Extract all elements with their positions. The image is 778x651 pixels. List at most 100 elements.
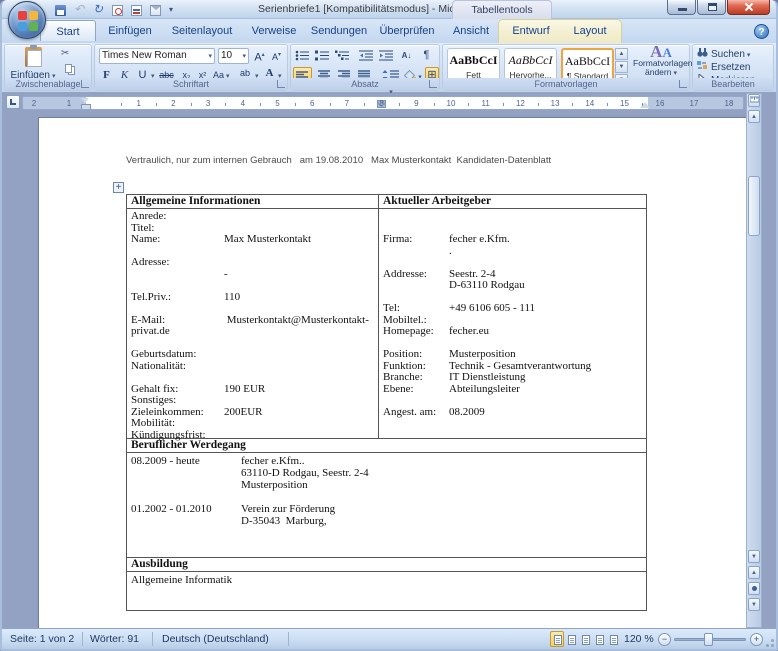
web-layout-view-button[interactable] xyxy=(578,631,592,647)
zoom-slider-thumb[interactable] xyxy=(704,633,713,646)
dialog-launcher-icon[interactable] xyxy=(81,80,89,88)
outline-icon xyxy=(596,635,604,645)
tab-ueberpruefen[interactable]: Überprüfen xyxy=(374,22,440,43)
ruler-number: 11 xyxy=(482,99,490,108)
tab-ansicht[interactable]: Ansicht xyxy=(444,22,498,43)
find-button[interactable]: Suchen▾ xyxy=(697,48,750,60)
vertical-scrollbar[interactable]: ▲ ▼ ▲ ▼ xyxy=(746,93,762,628)
employer-cell[interactable]: Firma:fecher e.Kfm..Addresse:Seestr. 2-4… xyxy=(379,209,646,438)
replace-button[interactable]: Ersetzen xyxy=(697,61,750,73)
general-info-cell[interactable]: Anrede:Titel:Name:Max MusterkontaktAdres… xyxy=(127,209,379,438)
print-layout-view-button[interactable] xyxy=(550,631,564,647)
save-button[interactable] xyxy=(52,2,69,18)
ribbon-tab-bar: StartEinfügenSeitenlayoutVerweiseSendung… xyxy=(2,19,776,43)
candidate-table[interactable]: Allgemeine Informationen Aktueller Arbei… xyxy=(126,194,647,611)
copy-button[interactable] xyxy=(61,62,85,75)
increase-indent-button[interactable] xyxy=(377,48,396,64)
show-paragraph-marks-button[interactable]: ¶ xyxy=(417,48,436,64)
tab-layout[interactable]: Layout xyxy=(564,22,616,43)
outline-view-button[interactable] xyxy=(592,631,606,647)
doc-line: D-63110 Rodgau xyxy=(383,280,642,292)
draft-view-button[interactable] xyxy=(606,631,620,647)
career-line: 01.2002 - 01.2010Verein zur Förderung xyxy=(131,503,642,515)
word-count[interactable]: Wörter: 91 xyxy=(90,633,139,645)
tab-stop-icon xyxy=(10,99,16,105)
ruler-tick xyxy=(225,103,226,106)
dialog-launcher-icon[interactable] xyxy=(429,80,437,88)
horizontal-ruler[interactable]: 21123456789101112131415161718 xyxy=(22,96,744,110)
shrink-font-button[interactable]: A xyxy=(269,48,284,64)
gallery-up-icon[interactable]: ▲ xyxy=(615,48,628,60)
career-line xyxy=(131,491,642,503)
email-button[interactable] xyxy=(147,2,164,18)
font-group-label: Schriftart xyxy=(95,78,287,90)
doc-line: Anrede: xyxy=(131,211,374,223)
zoom-level[interactable]: 120 % xyxy=(624,633,654,645)
font-name-select[interactable]: ▾Times New Roman xyxy=(99,48,215,64)
sort-button[interactable]: A↓ xyxy=(397,48,416,64)
ruler-number: 9 xyxy=(414,99,418,108)
ruler-tick xyxy=(538,103,539,106)
close-button[interactable] xyxy=(727,0,770,15)
page-indicator[interactable]: Seite: 1 von 2 xyxy=(10,633,74,645)
field-label: Ebene: xyxy=(383,384,449,396)
maximize-button[interactable] xyxy=(697,0,726,15)
zoom-out-button[interactable]: − xyxy=(658,633,671,646)
career-date: 01.2002 - 01.2010 xyxy=(131,503,241,515)
doc-line: Mobilität: xyxy=(131,418,374,430)
resize-grip[interactable] xyxy=(760,633,774,647)
scroll-up-icon[interactable]: ▲ xyxy=(748,110,760,123)
career-cell[interactable]: 08.2009 - heutefecher e.Kfm..63110-D Rod… xyxy=(127,453,646,558)
multilevel-list-button[interactable] xyxy=(333,48,352,64)
field-value: Max Musterkontakt xyxy=(224,233,311,245)
document-area[interactable]: Vertraulich, nur zum internen Gebrauch a… xyxy=(2,113,776,628)
tab-einfuegen[interactable]: Einfügen xyxy=(100,22,160,43)
decrease-indent-button[interactable] xyxy=(357,48,376,64)
doc-line: . xyxy=(383,246,642,258)
ruler-tick xyxy=(468,103,469,106)
tab-stop-selector[interactable] xyxy=(6,95,20,109)
dialog-launcher-icon[interactable] xyxy=(277,80,285,88)
paste-button[interactable]: Einfügen▾ xyxy=(10,47,56,80)
tab-sendungen[interactable]: Sendungen xyxy=(308,22,370,43)
field-label: Adresse: xyxy=(131,257,224,269)
view-ruler-toggle[interactable] xyxy=(748,94,760,107)
font-size-select[interactable]: ▾10 xyxy=(218,48,249,64)
print-layout-icon xyxy=(554,635,562,645)
tab-seitenlayout[interactable]: Seitenlayout xyxy=(164,22,240,43)
numbered-list-button[interactable] xyxy=(313,48,332,64)
tab-start[interactable]: Start xyxy=(40,20,96,41)
office-button[interactable] xyxy=(8,1,46,39)
next-page-button[interactable]: ▼ xyxy=(748,598,760,611)
help-button[interactable]: ? xyxy=(754,24,769,39)
print-preview-button[interactable] xyxy=(109,2,126,18)
career-text: D-35043 Marburg, xyxy=(241,515,327,527)
select-browse-object-button[interactable] xyxy=(748,582,760,595)
document-page[interactable]: Vertraulich, nur zum internen Gebrauch a… xyxy=(38,117,748,628)
dialog-launcher-icon[interactable] xyxy=(679,80,687,88)
redo-button[interactable] xyxy=(90,2,107,18)
table-move-handle[interactable]: + xyxy=(113,182,124,193)
scrollbar-thumb[interactable] xyxy=(748,176,760,236)
ruler-number: 2 xyxy=(32,99,36,108)
previous-page-button[interactable]: ▲ xyxy=(748,566,760,579)
field-label: Firma: xyxy=(383,234,449,246)
tab-verweise[interactable]: Verweise xyxy=(244,22,304,43)
undo-button[interactable] xyxy=(71,2,88,18)
spelling-button[interactable] xyxy=(128,2,145,18)
bullet-list-button[interactable] xyxy=(293,48,312,64)
education-cell[interactable]: Allgemeine Informatik xyxy=(127,572,646,610)
minimize-button[interactable] xyxy=(667,0,696,15)
field-value: fecher.eu xyxy=(449,325,489,337)
tab-entwurf[interactable]: Entwurf xyxy=(502,22,560,43)
qat-customize-dropdown-icon[interactable]: ▾ xyxy=(166,5,176,14)
grow-font-button[interactable]: A xyxy=(252,48,267,64)
scroll-down-icon[interactable]: ▼ xyxy=(748,550,760,563)
fullscreen-reading-icon xyxy=(568,635,576,645)
cut-button[interactable]: ✂ xyxy=(61,48,85,61)
language-indicator[interactable]: Deutsch (Deutschland) xyxy=(162,633,269,645)
gallery-down-icon[interactable]: ▼ xyxy=(615,61,628,73)
field-value: D-63110 Rodgau xyxy=(449,279,525,291)
indent-marker[interactable] xyxy=(81,98,89,110)
fullscreen-reading-view-button[interactable] xyxy=(564,631,578,647)
